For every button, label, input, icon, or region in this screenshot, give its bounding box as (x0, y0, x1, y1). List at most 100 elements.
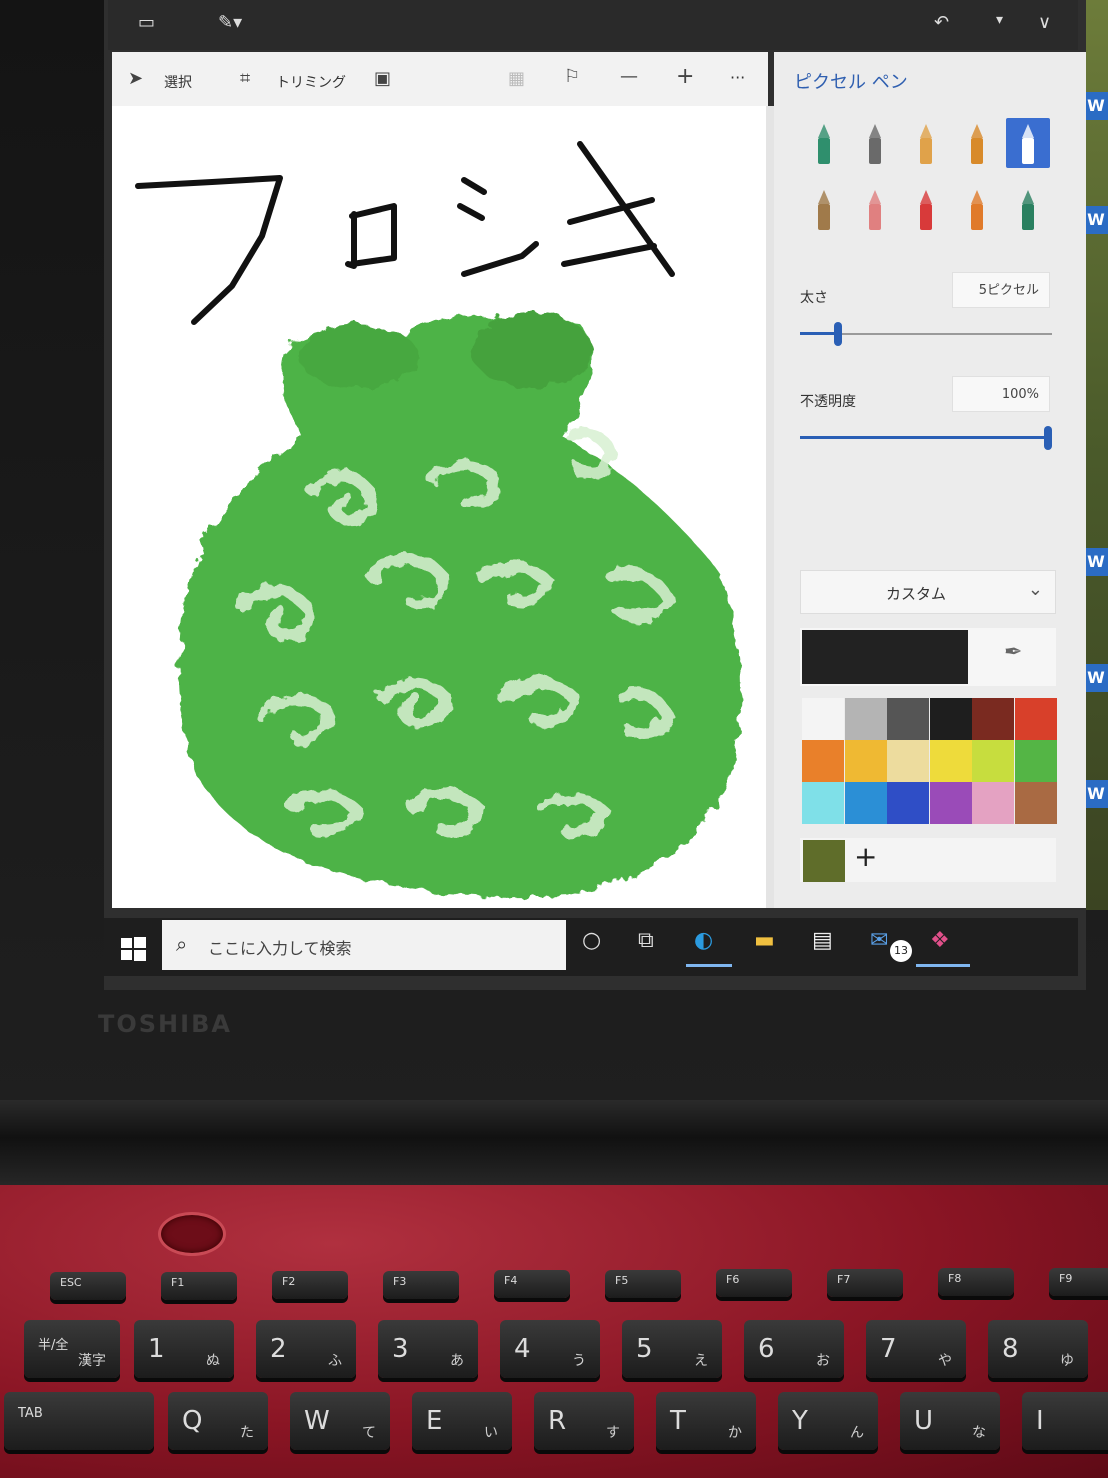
edge-browser-icon[interactable]: ◐ (694, 928, 713, 953)
spray-can-icon[interactable] (955, 184, 999, 234)
palette-swatch[interactable] (929, 698, 972, 740)
function-key[interactable]: ESC (50, 1272, 126, 1300)
keyboard-key[interactable]: 8ゆ (988, 1320, 1088, 1378)
cursor-icon: ➤ (128, 68, 144, 89)
palette-swatch[interactable] (802, 740, 844, 782)
palette-swatch[interactable] (844, 782, 887, 824)
palette-swatch[interactable] (887, 782, 929, 824)
key-label: 3 (392, 1334, 409, 1364)
palette-swatch[interactable] (1014, 698, 1057, 740)
keyboard-key[interactable]: Wて (290, 1392, 390, 1450)
paint3d-taskbar-icon[interactable]: ❖ (930, 928, 950, 953)
key-label: 6 (758, 1334, 775, 1364)
word-desktop-icon[interactable]: W (1084, 548, 1108, 576)
keyboard-key[interactable]: Yん (778, 1392, 878, 1450)
palette-swatch[interactable] (1014, 740, 1057, 782)
power-button[interactable] (158, 1212, 226, 1256)
keyboard-key[interactable]: Eい (412, 1392, 512, 1450)
keyboard-key[interactable]: 半/全 漢字 (24, 1320, 120, 1378)
history-dropdown-icon[interactable]: ▾ (996, 12, 1003, 28)
palette-swatch[interactable] (802, 698, 844, 740)
undo-icon[interactable]: ↶ (934, 12, 949, 33)
oil-brush-icon[interactable] (904, 118, 948, 168)
eraser-icon[interactable] (853, 184, 897, 234)
function-key[interactable]: F1 (161, 1271, 237, 1300)
palette-swatch[interactable] (929, 782, 972, 824)
key-label: Q (182, 1406, 203, 1436)
canvas-scrollbar[interactable] (766, 106, 774, 908)
brushes-icon[interactable]: ✎▾ (218, 12, 242, 33)
palette-swatch[interactable] (1014, 782, 1057, 824)
current-color-swatch[interactable] (802, 630, 968, 684)
file-explorer-icon[interactable]: ▬ (754, 928, 775, 953)
pixel-pen-icon[interactable] (1006, 118, 1050, 168)
sticker-icon[interactable]: ▦ (508, 68, 525, 89)
more-button[interactable]: ··· (730, 68, 745, 87)
drawing-canvas[interactable] (112, 106, 768, 908)
word-desktop-icon[interactable]: W (1084, 206, 1108, 234)
thickness-slider-thumb[interactable] (834, 322, 842, 346)
keyboard-key[interactable]: 4う (500, 1320, 600, 1378)
calligraphy-pen-icon[interactable] (853, 118, 897, 168)
keyboard-key[interactable]: Tか (656, 1392, 756, 1450)
crop-button[interactable]: トリミング (276, 72, 346, 92)
add-color-button[interactable]: + (854, 840, 877, 873)
eyedropper-icon[interactable]: ✒ (1004, 640, 1022, 665)
custom-color-swatch[interactable] (803, 840, 845, 882)
zoom-in-icon[interactable]: + (676, 64, 694, 89)
keyboard-key[interactable]: 6お (744, 1320, 844, 1378)
fill-bucket-icon[interactable] (1006, 184, 1050, 234)
function-key[interactable]: F3 (383, 1270, 459, 1299)
word-desktop-icon[interactable]: W (1084, 92, 1108, 120)
function-key[interactable]: F7 (827, 1268, 903, 1297)
menu-icon[interactable]: ▭ (138, 12, 155, 33)
taskbar-search[interactable]: ⌕ ここに入力して検索 (162, 920, 566, 970)
marker-icon[interactable] (802, 118, 846, 168)
keyboard-key[interactable]: I (1022, 1392, 1108, 1450)
palette-swatch[interactable] (887, 740, 929, 782)
flag-icon[interactable]: ⚐ (564, 66, 580, 87)
chevron-down-icon[interactable]: ∨ (1038, 12, 1051, 33)
function-key[interactable]: F9 (1049, 1267, 1108, 1296)
crayon-icon[interactable] (904, 184, 948, 234)
windows-start-icon[interactable] (118, 934, 148, 964)
palette-swatch[interactable] (972, 698, 1014, 740)
task-view-icon[interactable]: ⧉ (638, 928, 654, 953)
watercolor-brush-icon[interactable] (955, 118, 999, 168)
palette-swatch[interactable] (929, 740, 972, 782)
palette-dropdown[interactable]: カスタム ⌄ (800, 570, 1056, 614)
mail-icon[interactable]: ✉ (870, 928, 888, 953)
zoom-out-icon[interactable]: — (620, 66, 638, 87)
select-button[interactable]: 選択 (164, 72, 192, 92)
palette-swatch[interactable] (972, 782, 1014, 824)
opacity-slider-thumb[interactable] (1044, 426, 1052, 450)
keyboard-key[interactable]: 3あ (378, 1320, 478, 1378)
function-key[interactable]: F4 (494, 1270, 570, 1298)
cortana-icon[interactable]: ○ (582, 928, 601, 953)
thickness-input[interactable]: 5ピクセル (952, 272, 1050, 308)
keyboard-key[interactable]: 1ぬ (134, 1320, 234, 1378)
palette-swatch[interactable] (972, 740, 1014, 782)
palette-swatch[interactable] (887, 698, 929, 740)
pencil-icon[interactable] (802, 184, 846, 234)
magic-select-icon[interactable]: ▣ (374, 68, 391, 89)
keyboard-key[interactable]: 5え (622, 1320, 722, 1378)
function-key[interactable]: F8 (938, 1268, 1014, 1296)
keyboard-key[interactable]: 7や (866, 1320, 966, 1378)
store-icon[interactable]: ▤ (812, 928, 833, 953)
key-kana: て (362, 1425, 376, 1441)
keyboard-key[interactable]: Rす (534, 1392, 634, 1450)
word-desktop-icon[interactable]: W (1084, 664, 1108, 692)
keyboard-key[interactable]: Qた (168, 1392, 268, 1450)
palette-swatch[interactable] (802, 782, 844, 824)
keyboard-key[interactable]: Uな (900, 1392, 1000, 1450)
palette-swatch[interactable] (844, 740, 887, 782)
opacity-input[interactable]: 100% (952, 376, 1050, 412)
palette-swatch[interactable] (844, 698, 887, 740)
function-key[interactable]: F2 (272, 1271, 348, 1299)
keyboard-key[interactable]: TAB (4, 1392, 154, 1450)
function-key[interactable]: F5 (605, 1269, 681, 1298)
keyboard-key[interactable]: 2ふ (256, 1320, 356, 1378)
word-desktop-icon[interactable]: W (1084, 780, 1108, 808)
function-key[interactable]: F6 (716, 1269, 792, 1297)
